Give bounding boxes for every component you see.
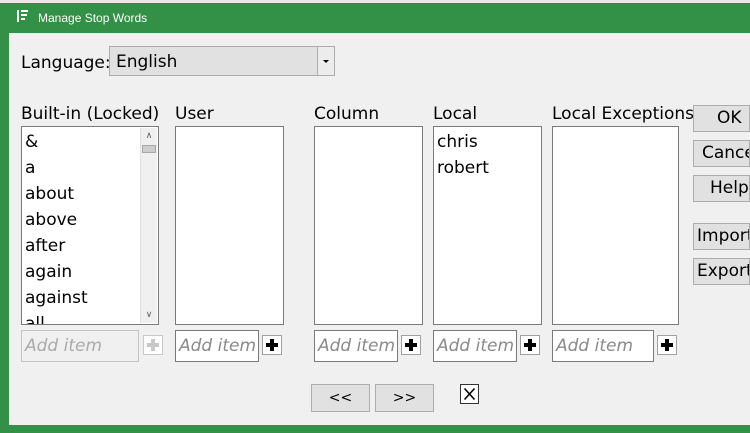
user-add-input[interactable]: Add item: [175, 330, 259, 362]
local-list[interactable]: chris robert: [433, 126, 542, 325]
local-header: Local: [433, 104, 478, 124]
plus-icon: [147, 339, 159, 351]
list-item[interactable]: a: [25, 158, 35, 178]
list-item[interactable]: chris: [437, 132, 478, 152]
builtin-add-button: [143, 335, 163, 355]
language-dropdown[interactable]: English: [109, 46, 335, 76]
column-list[interactable]: [314, 126, 423, 325]
list-item[interactable]: &: [25, 132, 38, 152]
plus-icon: [524, 339, 536, 351]
app-icon: [17, 10, 28, 22]
prev-button[interactable]: <<: [311, 384, 370, 412]
scroll-down-icon[interactable]: ∨: [141, 307, 157, 323]
builtin-add-input: Add item: [21, 330, 139, 362]
builtin-list[interactable]: & a about above after again against all …: [21, 126, 159, 325]
list-item[interactable]: against: [25, 288, 88, 308]
scroll-up-icon[interactable]: ∧: [141, 128, 157, 144]
export-button[interactable]: Export: [693, 258, 750, 285]
column-add-button[interactable]: [401, 335, 421, 355]
ok-button[interactable]: OK: [693, 105, 750, 132]
language-label: Language:: [21, 53, 111, 73]
list-item[interactable]: robert: [437, 158, 489, 178]
local-exceptions-header: Local Exceptions: [552, 104, 694, 124]
window-title: Manage Stop Words: [38, 11, 148, 25]
help-button[interactable]: Help: [693, 175, 750, 202]
user-list[interactable]: [175, 126, 284, 325]
clear-button[interactable]: [460, 384, 479, 404]
plus-icon: [266, 339, 278, 351]
title-bar[interactable]: Manage Stop Words: [0, 3, 750, 33]
user-header: User: [175, 104, 214, 124]
close-icon: [463, 387, 476, 401]
column-header: Column: [314, 104, 380, 124]
list-item[interactable]: above: [25, 210, 77, 230]
chevron-down-icon[interactable]: [317, 47, 334, 75]
local-add-button[interactable]: [520, 335, 540, 355]
next-button[interactable]: >>: [375, 384, 434, 412]
list-item[interactable]: again: [25, 262, 72, 282]
local-exceptions-add-button[interactable]: [657, 335, 677, 355]
builtin-header: Built-in (Locked): [21, 104, 160, 124]
scroll-thumb[interactable]: [142, 145, 156, 153]
list-item[interactable]: about: [25, 184, 74, 204]
cancel-button[interactable]: Cancel: [693, 140, 750, 167]
list-item[interactable]: all: [25, 314, 45, 324]
plus-icon: [405, 339, 417, 351]
import-button[interactable]: Import: [693, 223, 750, 250]
builtin-scrollbar[interactable]: ∧ ∨: [140, 128, 157, 323]
local-exceptions-add-input[interactable]: Add item: [552, 330, 654, 362]
user-add-button[interactable]: [262, 335, 282, 355]
local-add-input[interactable]: Add item: [433, 330, 517, 362]
column-add-input[interactable]: Add item: [314, 330, 398, 362]
plus-icon: [661, 339, 673, 351]
language-value: English: [116, 52, 178, 72]
local-exceptions-list[interactable]: [552, 126, 679, 325]
list-item[interactable]: after: [25, 236, 65, 256]
